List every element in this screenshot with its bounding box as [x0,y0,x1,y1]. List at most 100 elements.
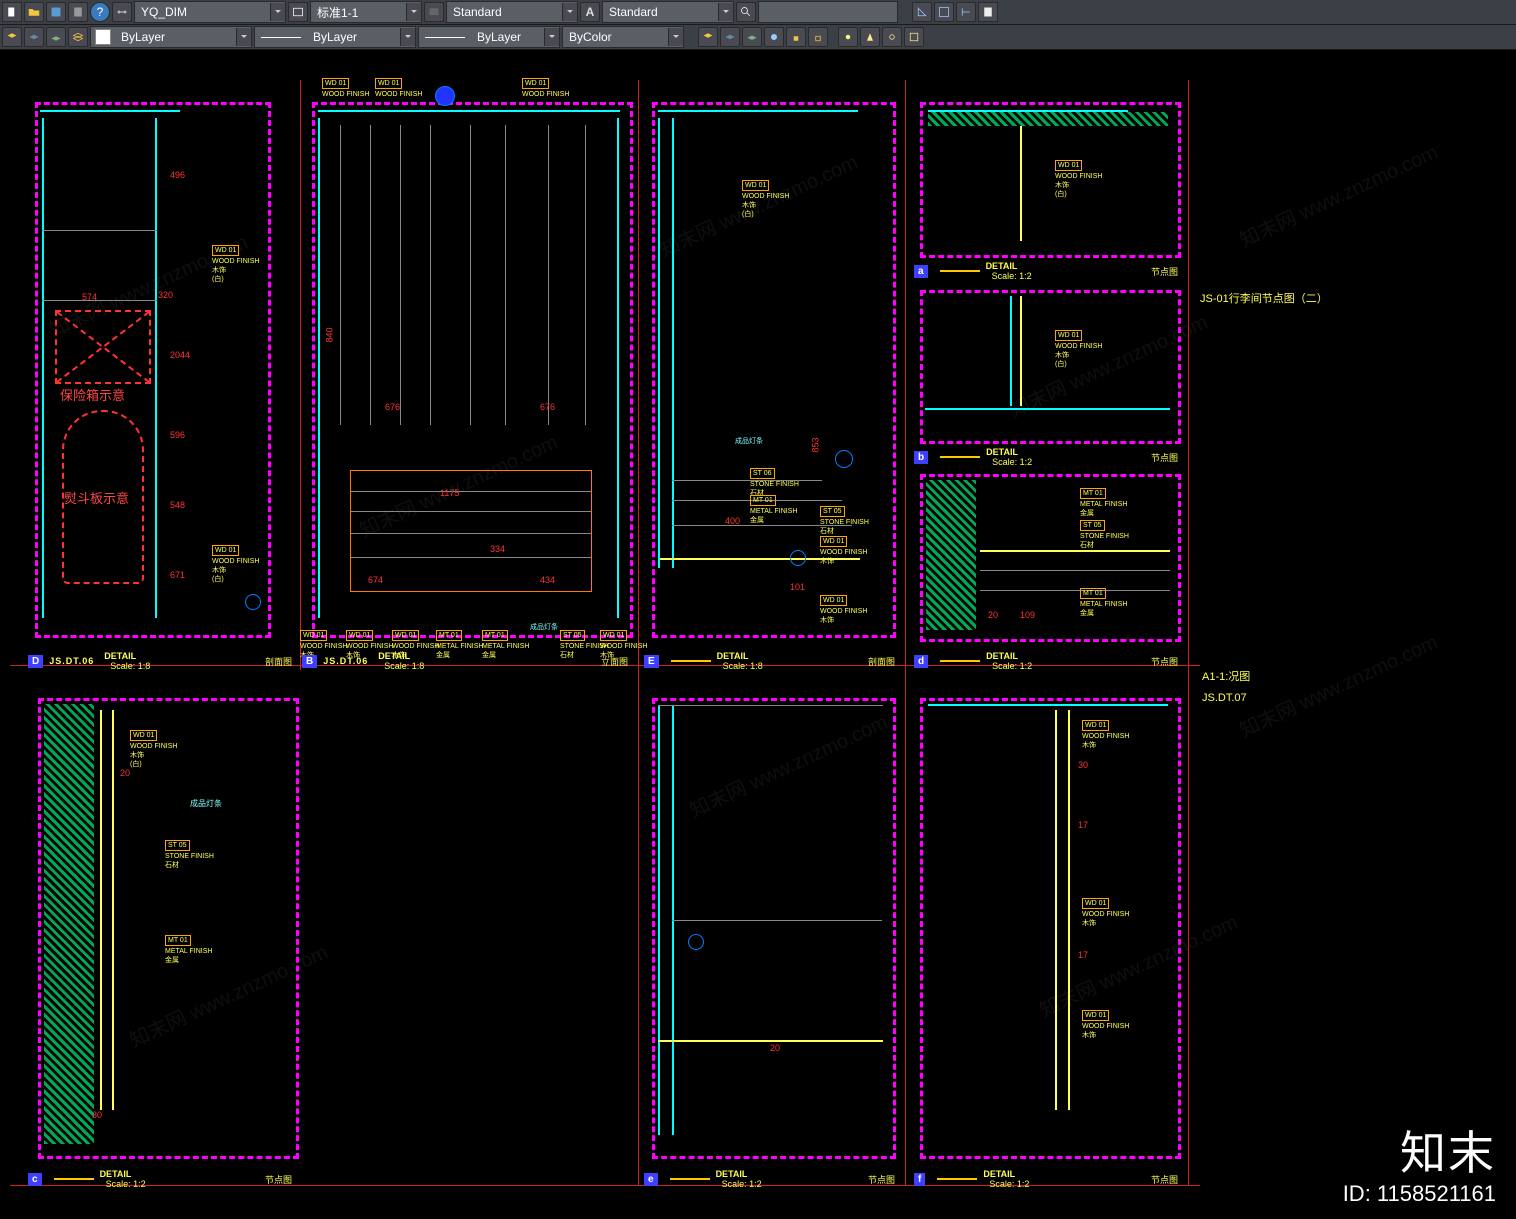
grid-line [905,80,906,1185]
draw-line [617,118,619,618]
laythw-icon[interactable] [742,27,762,47]
laywalk-icon[interactable] [698,27,718,47]
layer-color-dropdown[interactable]: ByLayer [90,26,252,48]
light-web-icon[interactable] [904,27,924,47]
calc-icon[interactable] [68,2,88,22]
draw-line [658,705,660,1135]
dim-label: 2044 [170,350,190,360]
layer-freeze-icon[interactable] [46,27,66,47]
titleblock-b: b DETAILScale: 1:2 节点图 [914,446,1182,468]
draw-line [672,920,882,921]
layer-color-value: ByLayer [115,30,171,44]
ucs-prev-icon[interactable] [956,2,976,22]
callout-mt01: MT 01METAL FINISH金属 [1080,488,1127,518]
dim-label: 20 [988,610,998,620]
light-distant-icon[interactable] [882,27,902,47]
watermark: 知末网 www.znzmo.com [1234,626,1442,743]
light-point-icon[interactable] [838,27,858,47]
callout-wd01: WD 01 WOOD FINISH 木饰 (白) [212,545,259,584]
dim-label: 17 [1078,820,1088,830]
dim-label: 1175 [440,488,459,498]
lineweight-dropdown[interactable]: ByLayer [418,26,560,48]
chevron-down-icon [406,3,421,21]
dim-label: 320 [158,290,173,300]
mlstyle-dropdown[interactable]: Standard [446,1,578,23]
layon-icon[interactable] [720,27,740,47]
save-icon[interactable] [46,2,66,22]
hatch [926,480,976,630]
plotstyle-dropdown[interactable]: ByColor [562,26,684,48]
chevron-down-icon [544,28,559,46]
detail-frame-f [920,698,1181,1159]
draw-line [928,704,1168,706]
layer-iso-icon[interactable] [2,27,22,47]
callout-wd01: WD 01WOOD FINISH木饰(白) [130,730,177,769]
watermark: 知末网 www.znzmo.com [1234,136,1442,253]
draw-line [548,125,549,425]
callout-wd01: WD 01WOOD FINISH木饰(白) [1055,160,1102,199]
tablestyle-dropdown[interactable]: 标准1-1 [310,1,422,23]
callout-st05: ST 05STONE FINISH石材 [820,506,869,536]
dim-label: 101 [790,582,805,592]
dim-label: 853 [811,437,821,452]
plotstyle-value: ByColor [563,30,618,44]
layfrz-icon[interactable] [764,27,784,47]
ucs-named-icon[interactable] [934,2,954,22]
dim-label: 434 [540,575,555,585]
textstyle-icon[interactable]: A [580,2,600,22]
dim-label: 20 [770,1043,780,1053]
dim-label: 17 [1078,950,1088,960]
ucs-icon[interactable] [912,2,932,22]
layer-lock-icon[interactable] [68,27,88,47]
drawing-canvas[interactable]: 知末网 www.znzmo.com 知末网 www.znzmo.com 知末网 … [0,50,1516,1219]
dim-label: 840 [325,327,335,342]
search-input[interactable] [758,1,898,23]
dim-label: 671 [170,570,185,580]
toolbar-row-1: ? YQ_DIM 标准1-1 Standard A Standard [0,0,1516,25]
callout-wd01: WD 01WOOD FINISH木饰 [820,536,867,566]
new-file-icon[interactable] [2,2,22,22]
chevron-down-icon [718,3,733,21]
linetype-preview [261,37,301,38]
draw-line [430,125,431,425]
draw-line [658,110,858,112]
dimstyle-dropdown[interactable]: YQ_DIM [134,1,286,23]
callout-st06: ST 06STONE FINISH石材 [750,468,799,498]
grid-line [1188,80,1189,1185]
tablestyle-icon[interactable] [288,2,308,22]
callout-wd01: WD 01WOOD FINISH [322,78,369,99]
light-spot-icon[interactable] [860,27,880,47]
titleblock-E: E DETAILScale: 1:8 剖面图 [644,650,899,672]
titleblock-code: JS.DT.06 [49,656,94,666]
draw-line [1055,710,1057,1110]
draw-line [112,710,114,1110]
callout-wd01: WD 01WOOD FINISH木饰 [1082,1010,1129,1040]
draw-line [42,300,157,301]
titleblock-detail: DETAIL [104,651,136,661]
dim-label: 548 [170,500,185,510]
mlstyle-value: Standard [447,5,508,19]
titleblock-e: e DETAILScale: 1:2 节点图 [644,1168,899,1190]
textstyle-dropdown[interactable]: Standard [602,1,734,23]
dimstyle-icon[interactable] [112,2,132,22]
hatch [928,112,1168,126]
open-file-icon[interactable] [24,2,44,22]
find-icon[interactable] [736,2,756,22]
mleader-icon[interactable] [424,2,444,22]
draw-line [340,125,341,425]
layulk-icon[interactable] [808,27,828,47]
layer-off-icon[interactable] [24,27,44,47]
draw-line [585,125,586,425]
chevron-down-icon [562,3,577,21]
laylck-icon[interactable] [786,27,806,47]
paste-icon[interactable] [978,2,998,22]
shelf-block [350,470,592,592]
draw-line [318,118,320,618]
safe-box-label: 保险箱示意 [60,385,125,404]
help-icon[interactable]: ? [90,2,110,22]
callout-wd01: WD 01WOOD FINISH木饰 [820,595,867,625]
linetype-dropdown[interactable]: ByLayer [254,26,416,48]
strip-light-label: 成品灯条 [530,622,558,632]
titleblock-f: f DETAILScale: 1:2 节点图 [914,1168,1182,1190]
draw-line [370,125,371,425]
